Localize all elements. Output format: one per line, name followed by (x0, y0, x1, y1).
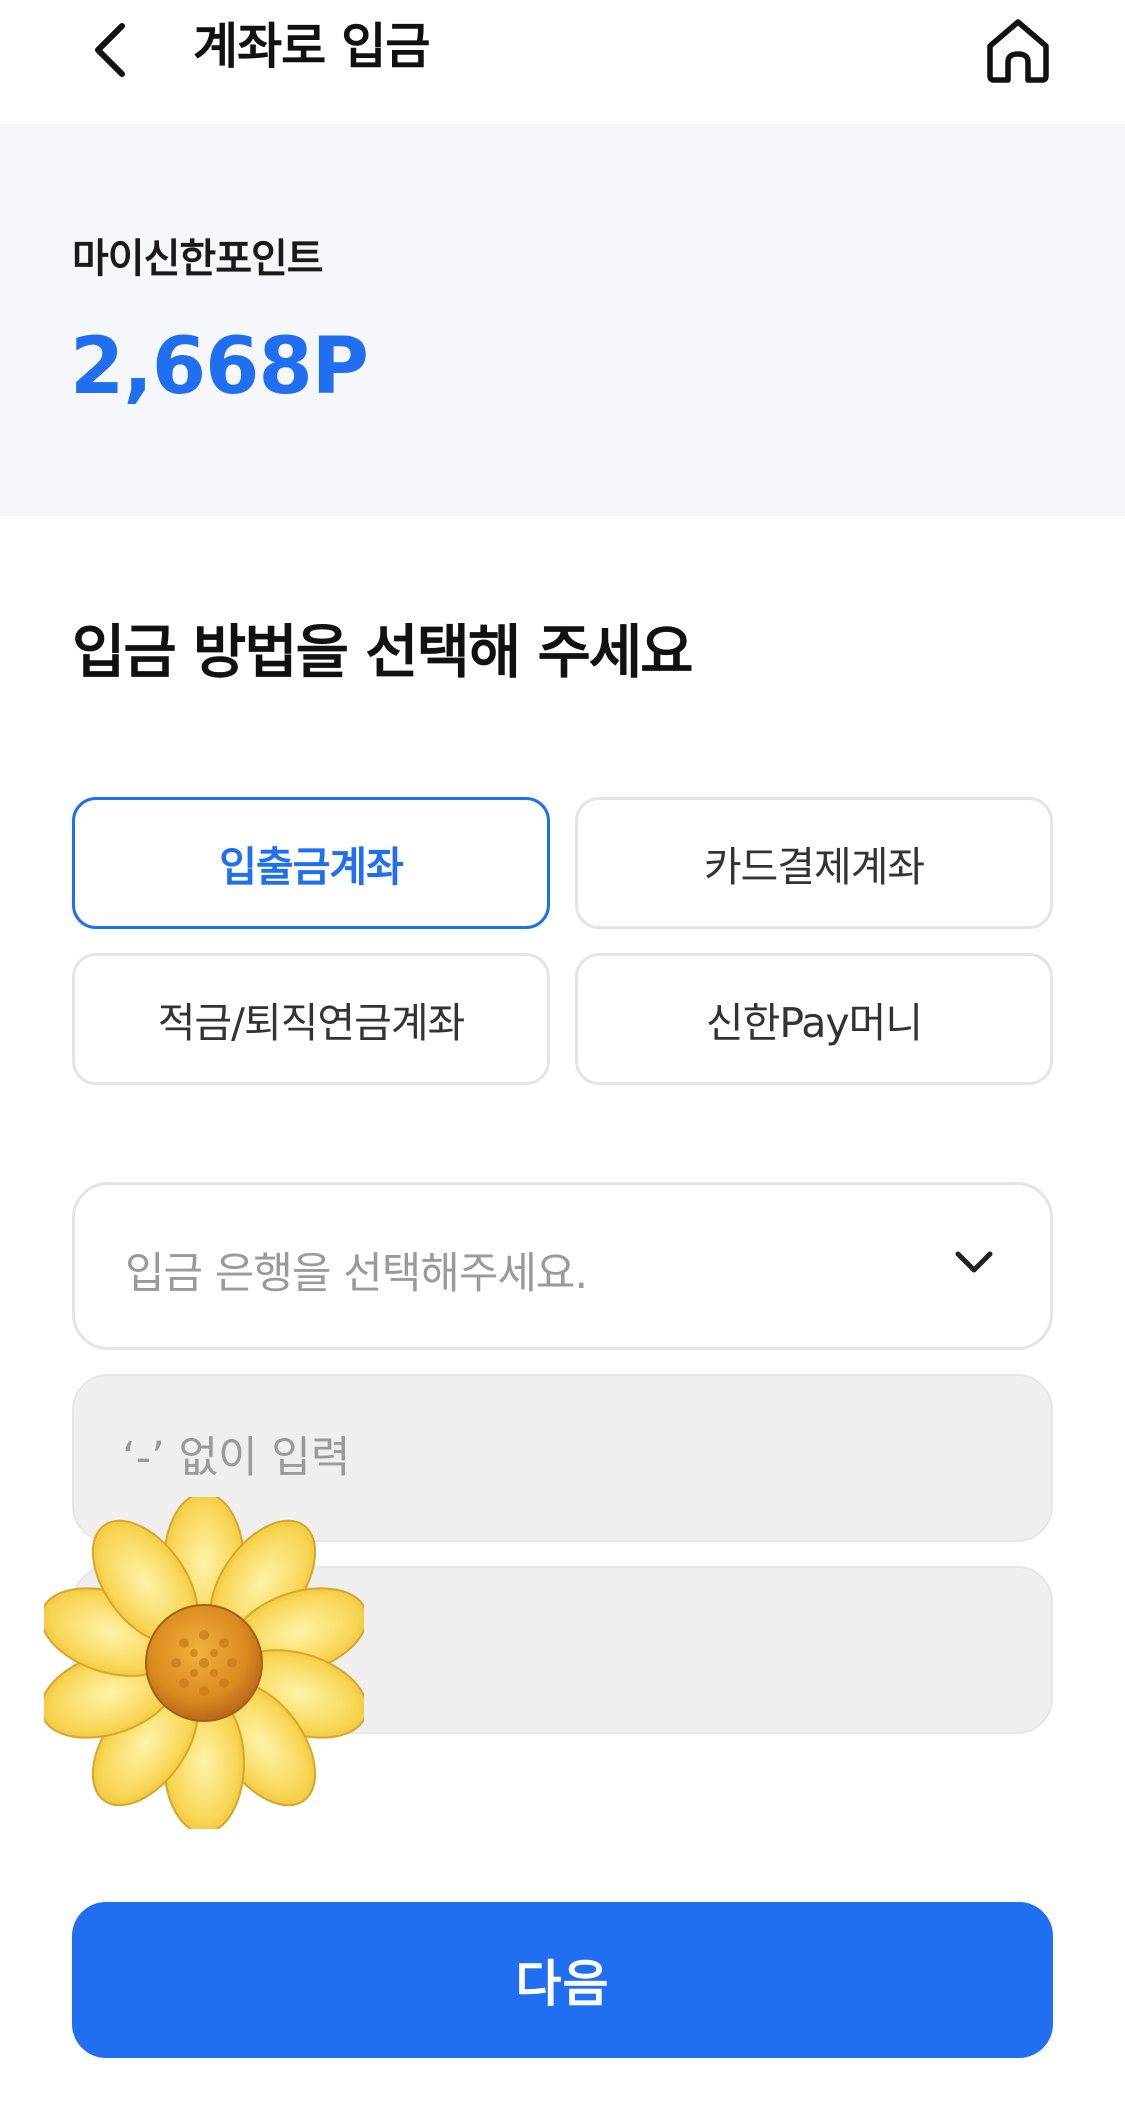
method-option-shinhan-pay-money[interactable]: 신한Pay머니 (575, 953, 1053, 1085)
home-button[interactable] (978, 10, 1058, 90)
method-option-checking[interactable]: 입출금계좌 (72, 797, 550, 929)
points-balance: 2,668P (70, 322, 369, 412)
bank-select-placeholder: 입금 은행을 선택해주세요. (125, 1249, 588, 1299)
chevron-down-icon (954, 1243, 994, 1283)
page-title: 계좌로 입금 (193, 18, 430, 75)
method-option-card-payment[interactable]: 카드결제계좌 (575, 797, 1053, 929)
back-button[interactable] (82, 12, 138, 88)
points-panel: 마이신한포인트 2,668P (0, 124, 1125, 516)
next-button[interactable]: 다음 (72, 1902, 1053, 2058)
section-title: 입금 방법을 선택해 주세요 (72, 618, 694, 686)
method-option-savings-pension[interactable]: 적금/퇴직연금계좌 (72, 953, 550, 1085)
flower-icon (44, 1497, 364, 1829)
app-header: 계좌로 입금 (0, 0, 1125, 124)
points-label: 마이신한포인트 (72, 236, 324, 282)
home-icon (987, 19, 1049, 83)
chevron-left-icon (95, 23, 125, 77)
bank-select[interactable]: 입금 은행을 선택해주세요. (72, 1182, 1053, 1350)
